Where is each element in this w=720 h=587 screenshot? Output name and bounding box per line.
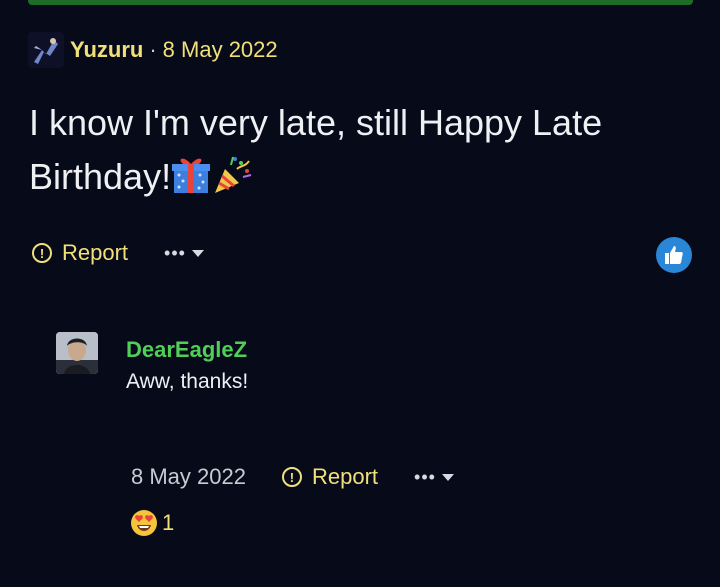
top-border-bar [28, 0, 693, 5]
thumbs-up-icon [665, 246, 683, 264]
reply-text: Aww, thanks! [126, 370, 249, 393]
ellipsis-icon: ••• [414, 466, 436, 487]
post-text: I know I'm very late, still Happy Late B… [29, 102, 603, 197]
post-date[interactable]: 8 May 2022 [163, 37, 278, 63]
chevron-down-icon [441, 473, 454, 481]
like-button[interactable] [656, 237, 692, 273]
post-actions: ! Report ••• [32, 236, 204, 270]
reply-author[interactable]: DearEagleZ [126, 337, 247, 363]
report-button[interactable]: ! Report [32, 240, 128, 266]
post-author[interactable]: Yuzuru [70, 37, 143, 63]
more-options-button[interactable]: ••• [414, 467, 454, 488]
heart-eyes-emoji-icon [131, 510, 157, 536]
post-header: Yuzuru · 8 May 2022 [28, 32, 278, 68]
ellipsis-icon: ••• [164, 242, 186, 263]
avatar[interactable] [56, 332, 98, 374]
report-label: Report [311, 464, 379, 489]
alert-circle-icon: ! [281, 467, 302, 487]
reply-date[interactable]: 8 May 2022 [131, 464, 246, 490]
chevron-down-icon [191, 249, 204, 257]
more-options-button[interactable]: ••• [164, 243, 204, 264]
meta-separator: · [149, 37, 157, 62]
avatar[interactable] [28, 32, 64, 68]
report-button[interactable]: ! Report [281, 464, 379, 490]
report-label: Report [62, 240, 129, 265]
post-body: I know I'm very late, still Happy Late B… [29, 96, 679, 210]
gift-emoji-icon [171, 155, 211, 210]
reaction-summary[interactable]: 1 [130, 508, 174, 538]
reaction-count: 1 [162, 510, 175, 535]
party-popper-emoji-icon [211, 155, 253, 210]
reply-actions: 8 May 2022 ! Report ••• [131, 460, 454, 494]
alert-circle-icon: ! [32, 243, 52, 263]
